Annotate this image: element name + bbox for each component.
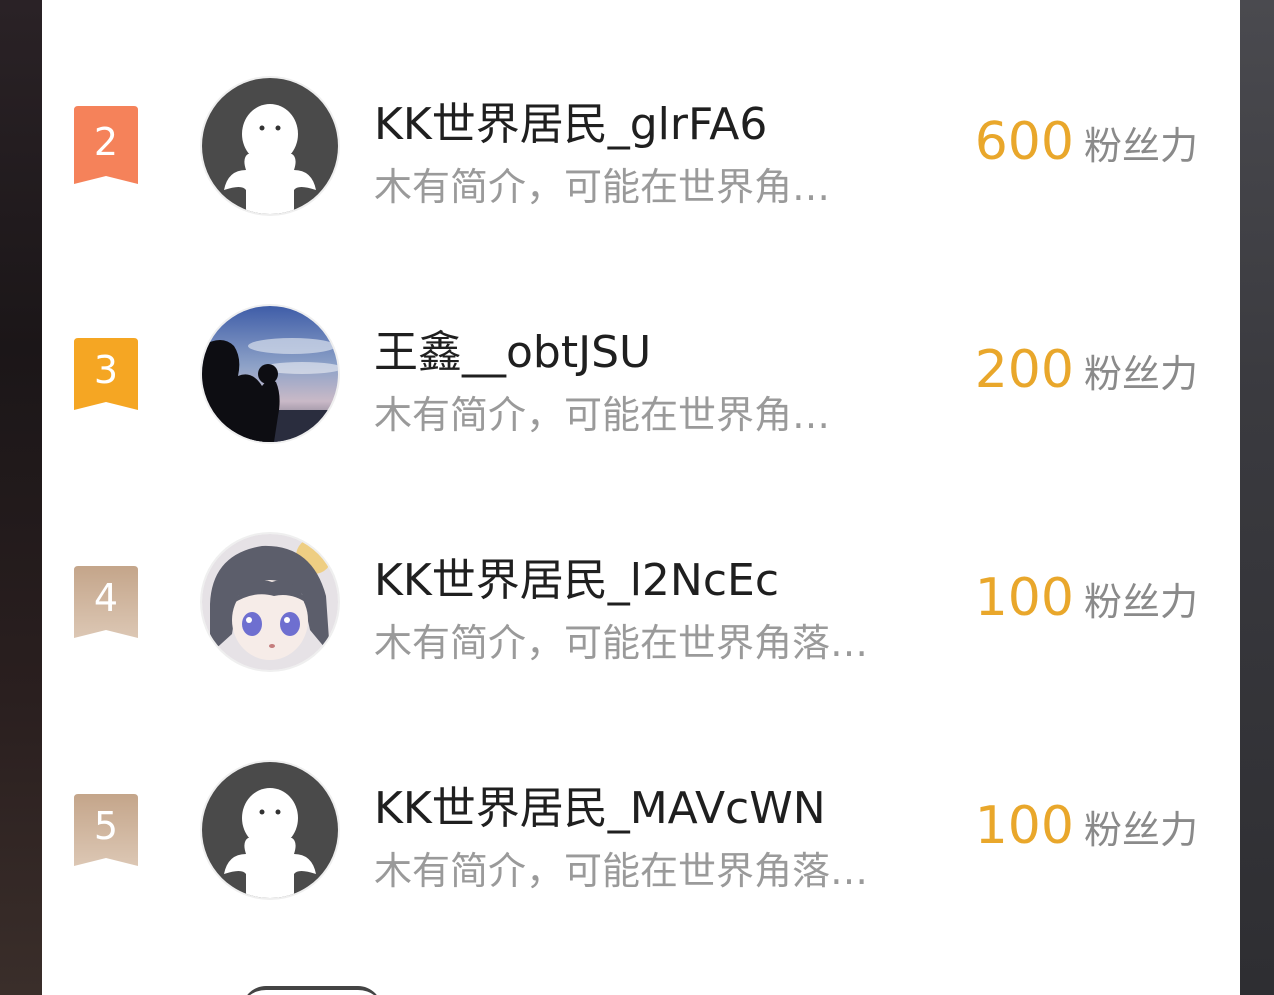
- default-user-icon: [202, 762, 338, 898]
- score-value: 600: [974, 112, 1074, 172]
- rank-badge: 3: [70, 338, 142, 418]
- ranking-list: 2 KK世界居民_glrFA6 木有简介，可能在世界角… 600 粉丝力 3 王…: [42, 0, 1240, 995]
- score-unit: 粉丝力: [1083, 807, 1198, 852]
- avatar[interactable]: [202, 762, 338, 898]
- background-left: [0, 0, 42, 995]
- user-bio: 木有简介，可能在世界角落…: [374, 849, 869, 893]
- user-bio: 木有简介，可能在世界角…: [374, 165, 831, 209]
- ranking-row[interactable]: 5 KK世界居民_MAVcWN 木有简介，可能在世界角落… 100 粉丝力: [42, 716, 1240, 944]
- default-user-icon: [202, 78, 338, 214]
- fan-score: 200 粉丝力: [975, 340, 1198, 400]
- score-unit: 粉丝力: [1083, 123, 1198, 168]
- user-name[interactable]: 王鑫__obtJSU: [374, 316, 651, 380]
- avatar[interactable]: [202, 78, 338, 214]
- user-name[interactable]: KK世界居民_l2NcEc: [374, 544, 779, 608]
- user-bio: 木有简介，可能在世界角落…: [374, 621, 869, 665]
- score-unit: 粉丝力: [1083, 579, 1198, 624]
- user-name[interactable]: KK世界居民_MAVcWN: [374, 772, 826, 836]
- background-right: [1240, 0, 1274, 995]
- rank-number: 3: [93, 348, 119, 392]
- score-value: 100: [974, 796, 1074, 856]
- fan-score: 100 粉丝力: [975, 568, 1198, 628]
- rank-number: 5: [93, 804, 119, 848]
- rank-badge: 5: [70, 794, 142, 874]
- ranking-row[interactable]: 4 KK世界居民_l2NcEc 木有简介，可能在世界角落… 100 粉丝力: [42, 488, 1240, 716]
- user-name[interactable]: KK世界居民_glrFA6: [374, 88, 767, 152]
- rank-badge: 4: [70, 566, 142, 646]
- rank-number: 4: [93, 576, 119, 620]
- anime-character: [202, 534, 338, 670]
- fan-score: 600 粉丝力: [975, 112, 1198, 172]
- next-avatar-edge: [242, 986, 382, 995]
- score-unit: 粉丝力: [1083, 351, 1198, 396]
- avatar[interactable]: [202, 306, 338, 442]
- fan-score: 100 粉丝力: [975, 796, 1198, 856]
- rank-number: 2: [93, 120, 119, 164]
- rank-badge: 2: [70, 106, 142, 186]
- ranking-row[interactable]: 3 王鑫__obtJSU 木有简介，可能在世界角… 200 粉丝力: [42, 260, 1240, 488]
- avatar[interactable]: [202, 534, 338, 670]
- user-bio: 木有简介，可能在世界角…: [374, 393, 831, 437]
- score-value: 100: [974, 568, 1074, 628]
- score-value: 200: [974, 340, 1074, 400]
- sunset-photo: [202, 306, 338, 442]
- ranking-row[interactable]: 2 KK世界居民_glrFA6 木有简介，可能在世界角… 600 粉丝力: [42, 32, 1240, 260]
